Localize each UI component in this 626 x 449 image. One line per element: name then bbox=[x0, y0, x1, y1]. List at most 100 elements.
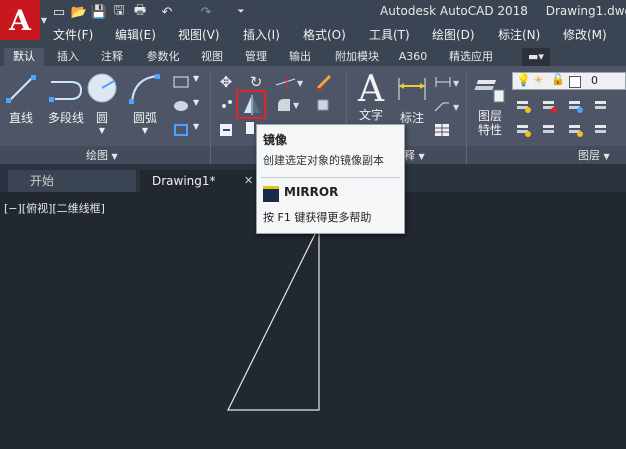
layer-tool-icon[interactable] bbox=[514, 97, 532, 115]
trim-icon[interactable]: ▼ bbox=[274, 73, 306, 91]
tab-featured-apps[interactable]: 精选应用 bbox=[440, 48, 502, 66]
polyline-icon bbox=[49, 81, 83, 102]
menu-file[interactable]: 文件(F) bbox=[53, 26, 93, 43]
copy-icon[interactable] bbox=[217, 96, 235, 114]
line-icon bbox=[6, 75, 36, 103]
customize-toolbar-icon[interactable]: ⏷ bbox=[232, 3, 250, 21]
arc-button[interactable]: 圆弧 ▼ bbox=[126, 72, 164, 136]
layer-tool-icon[interactable] bbox=[566, 97, 584, 115]
scale-icon[interactable] bbox=[244, 121, 256, 135]
polyline-button[interactable]: 多段线 bbox=[41, 72, 91, 132]
text-button[interactable]: A 文字 bbox=[354, 68, 388, 132]
start-tab[interactable]: 开始 bbox=[8, 170, 136, 192]
draw-dropdown-icon[interactable]: ▼ bbox=[193, 98, 199, 107]
circle-label: 圆 bbox=[95, 111, 108, 125]
mirror-tooltip: 镜像 创建选定对象的镜像副本 MIRROR 按 F1 键获得更多帮助 bbox=[256, 124, 405, 234]
app-menu-button[interactable]: A bbox=[0, 0, 40, 40]
tab-insert[interactable]: 插入 bbox=[48, 48, 88, 66]
layer-tool-icon[interactable] bbox=[540, 121, 558, 139]
menu-insert[interactable]: 插入(I) bbox=[243, 26, 280, 43]
fillet-icon[interactable]: ▼ bbox=[276, 96, 302, 114]
tab-default[interactable]: 默认 bbox=[4, 48, 44, 66]
tooltip-help-text: 按 F1 键获得更多帮助 bbox=[263, 211, 372, 224]
arc-label: 圆弧 bbox=[132, 111, 157, 125]
command-icon bbox=[263, 186, 279, 202]
rectangle-icon[interactable] bbox=[172, 73, 190, 91]
layer-color-swatch bbox=[569, 76, 581, 88]
tab-manage[interactable]: 管理 bbox=[236, 48, 276, 66]
line-label: 直线 bbox=[8, 111, 33, 125]
region-icon[interactable] bbox=[172, 121, 190, 139]
layer-properties-label-line1: 图层 bbox=[477, 109, 502, 123]
circle-button[interactable]: 圆 ▼ bbox=[86, 72, 118, 136]
new-file-icon[interactable]: ▭ bbox=[50, 3, 68, 21]
menu-dimension[interactable]: 标注(N) bbox=[498, 26, 540, 43]
line-button[interactable]: 直线 bbox=[4, 72, 38, 132]
layer-tool-icon[interactable] bbox=[566, 121, 584, 139]
ribbon-minimize-button[interactable]: ▬▾ bbox=[522, 48, 550, 66]
save-as-icon[interactable]: 🖫 bbox=[110, 3, 128, 21]
close-icon[interactable]: ✕ bbox=[244, 170, 253, 192]
arc-dropdown-icon[interactable]: ▼ bbox=[126, 126, 164, 135]
menu-tools[interactable]: 工具(T) bbox=[369, 26, 410, 43]
menu-format[interactable]: 格式(O) bbox=[303, 26, 346, 43]
layer-dropdown[interactable]: 💡 ☀ 🔓 0 bbox=[512, 72, 626, 90]
layer-properties-icon bbox=[474, 80, 505, 103]
layer-tool-icon[interactable] bbox=[514, 121, 532, 139]
tooltip-title: 镜像 bbox=[263, 133, 288, 147]
layer-tool-icon[interactable] bbox=[540, 97, 558, 115]
current-layer-name: 0 bbox=[591, 74, 598, 87]
dimension-button[interactable]: 标注 bbox=[394, 72, 430, 132]
draw-dropdown-icon[interactable]: ▼ bbox=[193, 122, 199, 131]
print-icon[interactable]: 🖶 bbox=[131, 3, 149, 21]
tab-annotate[interactable]: 注释 bbox=[92, 48, 132, 66]
move-icon[interactable]: ✥ bbox=[217, 73, 235, 91]
undo-icon[interactable]: ↶ bbox=[158, 3, 176, 21]
tab-addins[interactable]: 附加模块 bbox=[326, 48, 388, 66]
text-icon: A bbox=[358, 68, 384, 110]
panel-divider bbox=[466, 70, 467, 164]
app-menu-dropdown-icon[interactable]: ▼ bbox=[40, 0, 48, 40]
layer-tool-icon[interactable] bbox=[592, 97, 610, 115]
draw-dropdown-icon[interactable]: ▼ bbox=[193, 74, 199, 83]
erase-icon[interactable] bbox=[314, 73, 334, 91]
menu-draw[interactable]: 绘图(D) bbox=[432, 26, 475, 43]
menu-edit[interactable]: 编辑(E) bbox=[115, 26, 156, 43]
layers-panel-title[interactable]: 图层 ▼ bbox=[578, 147, 610, 163]
stretch-icon[interactable] bbox=[217, 121, 235, 139]
layer-tool-icon[interactable] bbox=[592, 121, 610, 139]
dimension-icon bbox=[398, 78, 426, 100]
open-file-icon[interactable]: 📂 bbox=[70, 3, 88, 21]
triangle-shape[interactable] bbox=[227, 225, 320, 411]
redo-icon[interactable]: ↷ bbox=[197, 3, 215, 21]
hatch-icon[interactable] bbox=[172, 97, 190, 115]
tab-parametric[interactable]: 参数化 bbox=[138, 48, 188, 66]
tab-a360[interactable]: A360 bbox=[392, 48, 434, 66]
menu-view[interactable]: 视图(V) bbox=[178, 26, 220, 43]
leader-icon[interactable]: ▼ bbox=[432, 97, 462, 115]
unlock-icon: 🔓 bbox=[551, 73, 565, 86]
save-icon[interactable]: 💾 bbox=[90, 3, 108, 21]
draw-panel-title[interactable]: 绘图 ▼ bbox=[86, 147, 118, 163]
circle-dropdown-icon[interactable]: ▼ bbox=[86, 126, 118, 135]
menu-modify[interactable]: 修改(M) bbox=[563, 26, 607, 43]
text-label: 文字 bbox=[358, 108, 383, 122]
mirror-highlight-box bbox=[236, 90, 266, 119]
sun-icon: ☀ bbox=[533, 73, 544, 87]
rotate-icon[interactable]: ↻ bbox=[247, 73, 265, 91]
explode-icon[interactable] bbox=[314, 96, 334, 114]
svg-text:▼: ▼ bbox=[297, 79, 304, 88]
tab-output[interactable]: 输出 bbox=[280, 48, 320, 66]
linear-dimension-icon[interactable]: ▼ bbox=[432, 73, 462, 91]
tooltip-command-name: MIRROR bbox=[284, 185, 339, 199]
tab-view[interactable]: 视图 bbox=[192, 48, 232, 66]
layer-properties-button[interactable]: 图层 特性 bbox=[472, 72, 508, 144]
table-icon[interactable] bbox=[432, 121, 452, 139]
svg-text:▼: ▼ bbox=[293, 101, 300, 110]
panel-divider bbox=[210, 70, 211, 164]
ribbon-toggle-icon: ▬▾ bbox=[528, 50, 544, 63]
tooltip-description: 创建选定对象的镜像副本 bbox=[263, 154, 384, 167]
drawing-tab[interactable]: Drawing1* ✕ bbox=[140, 170, 260, 192]
draw-panel-label: 绘图 bbox=[86, 149, 108, 162]
annotation-panel-title[interactable]: 释 ▼ bbox=[404, 147, 425, 163]
